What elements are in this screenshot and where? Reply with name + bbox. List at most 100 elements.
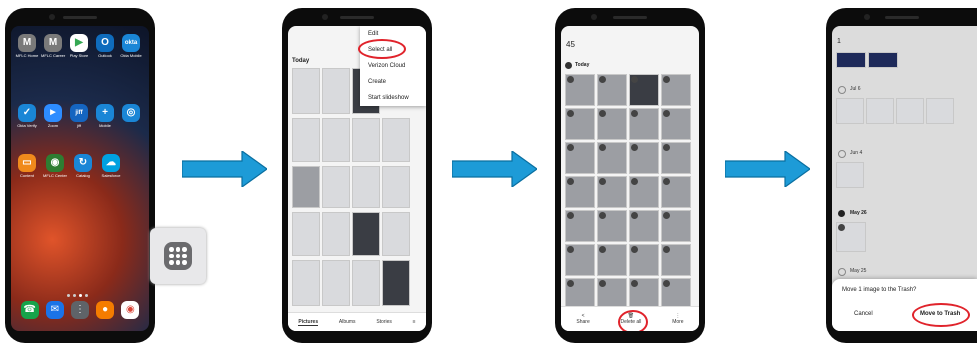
photo-thumb[interactable] xyxy=(926,98,954,124)
share-label: Share xyxy=(576,319,590,325)
tab-stories[interactable]: Stories xyxy=(376,319,392,325)
dock: ☎ ✉ ⋮ ● ◉ xyxy=(17,301,143,323)
photo-thumb[interactable] xyxy=(322,260,350,306)
app-outlook[interactable]: O Outlook xyxy=(93,34,117,58)
app-unnamed[interactable]: ◎ xyxy=(119,104,143,123)
selected-photo[interactable] xyxy=(597,244,627,276)
app-mflc-career[interactable]: M MFLC Career xyxy=(41,34,65,58)
photo-thumb[interactable] xyxy=(322,166,350,208)
app-drawer-icon[interactable] xyxy=(164,242,192,270)
selected-photo[interactable] xyxy=(836,222,866,252)
selected-photo[interactable] xyxy=(565,210,595,242)
phone-icon[interactable]: ☎ xyxy=(20,301,39,319)
photo-thumb[interactable] xyxy=(352,260,380,306)
selected-photo[interactable] xyxy=(836,52,866,68)
selected-photo[interactable] xyxy=(597,176,627,208)
app-mflc-center[interactable]: ◉ MFLC Center xyxy=(43,154,67,178)
photo-thumb[interactable] xyxy=(292,260,320,306)
photo-thumb[interactable] xyxy=(382,118,410,162)
photo-thumb[interactable] xyxy=(292,68,320,114)
tab-pictures[interactable]: Pictures xyxy=(298,319,319,326)
photo-thumb[interactable] xyxy=(292,118,320,162)
speaker xyxy=(63,16,97,19)
menu-item-start-slideshow[interactable]: Start slideshow xyxy=(360,90,426,106)
photo-thumb[interactable] xyxy=(896,98,924,124)
section-date: Jul 6 xyxy=(850,86,861,92)
app-catalog[interactable]: ↻ Catalog xyxy=(71,154,95,178)
photo-thumb[interactable] xyxy=(322,118,350,162)
app-jiff[interactable]: jiff jiff xyxy=(67,104,91,128)
select-all-highlight xyxy=(358,39,406,59)
more-button[interactable]: ⋮ More xyxy=(672,313,683,325)
selected-photo[interactable] xyxy=(661,108,691,140)
section-date: Jun 4 xyxy=(850,150,863,156)
app-mflc-home[interactable]: M MFLC Home xyxy=(15,34,39,58)
section-date: May 25 xyxy=(850,268,867,274)
app-label: Play Store xyxy=(69,53,89,58)
photo-thumb[interactable] xyxy=(352,118,380,162)
selected-photo[interactable] xyxy=(629,244,659,276)
tab-albums[interactable]: Albums xyxy=(339,319,356,325)
app-label: MFLC Center xyxy=(43,173,68,178)
selected-photo[interactable] xyxy=(629,74,659,106)
selected-photo[interactable] xyxy=(629,210,659,242)
selected-photo[interactable] xyxy=(629,176,659,208)
section-checkbox[interactable] xyxy=(838,268,846,276)
page-indicator xyxy=(67,294,88,297)
photo-thumb[interactable] xyxy=(382,260,410,306)
app-salesforce[interactable]: ☁ Salesforce xyxy=(99,154,123,178)
zoom-icon: ▶ xyxy=(44,104,62,122)
app-okta-verify[interactable]: ✓ Okta Verify xyxy=(15,104,39,128)
section-checkbox[interactable] xyxy=(838,150,846,158)
photo-thumb[interactable] xyxy=(382,212,410,256)
selected-photo[interactable] xyxy=(565,244,595,276)
selection-screen: 45 Today < Share 🗑 Delete all ⋮ More xyxy=(561,26,699,331)
photo-thumb[interactable] xyxy=(866,98,894,124)
photo-thumb[interactable] xyxy=(292,166,320,208)
catalog-icon: ↻ xyxy=(74,154,92,172)
camera-icon xyxy=(864,14,870,20)
chrome-icon[interactable]: ◉ xyxy=(121,301,140,319)
selected-photo[interactable] xyxy=(661,244,691,276)
photo-thumb[interactable] xyxy=(292,212,320,256)
photo-thumb[interactable] xyxy=(382,166,410,208)
selected-photo[interactable] xyxy=(661,176,691,208)
menu-item-verizon-cloud[interactable]: Verizon Cloud xyxy=(360,58,426,74)
selected-photo[interactable] xyxy=(565,142,595,174)
selected-photo[interactable] xyxy=(661,210,691,242)
photo-thumb[interactable] xyxy=(322,68,350,114)
apps-icon[interactable]: ⋮ xyxy=(70,301,89,319)
photo-thumb[interactable] xyxy=(352,212,380,256)
selected-photo[interactable] xyxy=(661,142,691,174)
app-content[interactable]: ▭ Content xyxy=(15,154,39,178)
selected-photo[interactable] xyxy=(629,142,659,174)
share-button[interactable]: < Share xyxy=(576,313,589,325)
menu-icon[interactable]: ≡ xyxy=(413,319,416,325)
select-all-checkbox[interactable] xyxy=(565,62,572,69)
selected-photo[interactable] xyxy=(597,74,627,106)
contacts-icon[interactable]: ● xyxy=(96,301,115,319)
section-checkbox[interactable] xyxy=(838,86,846,94)
selected-photo[interactable] xyxy=(597,108,627,140)
messages-icon[interactable]: ✉ xyxy=(45,301,64,319)
selected-photo[interactable] xyxy=(661,74,691,106)
photo-thumb[interactable] xyxy=(836,98,864,124)
overflow-menu: Edit Select all Verizon Cloud Create Sta… xyxy=(360,26,426,106)
photo-thumb[interactable] xyxy=(352,166,380,208)
app-okta-mobile[interactable]: okta Okta Mobile xyxy=(119,34,143,58)
app-zoom[interactable]: ▶ Zoom xyxy=(41,104,65,128)
selected-photo[interactable] xyxy=(868,52,898,68)
selected-photo[interactable] xyxy=(565,74,595,106)
selected-photo[interactable] xyxy=(597,142,627,174)
selected-photo[interactable] xyxy=(565,108,595,140)
cancel-button[interactable]: Cancel xyxy=(854,311,873,317)
menu-item-create[interactable]: Create xyxy=(360,74,426,90)
selected-photo[interactable] xyxy=(629,108,659,140)
app-play-store[interactable]: ▶ Play Store xyxy=(67,34,91,58)
selected-photo[interactable] xyxy=(597,210,627,242)
photo-thumb[interactable] xyxy=(836,162,864,188)
section-checkbox-checked[interactable] xyxy=(838,210,845,217)
selected-photo[interactable] xyxy=(565,176,595,208)
photo-thumb[interactable] xyxy=(322,212,350,256)
app-mobile[interactable]: + Mobile xyxy=(93,104,117,128)
